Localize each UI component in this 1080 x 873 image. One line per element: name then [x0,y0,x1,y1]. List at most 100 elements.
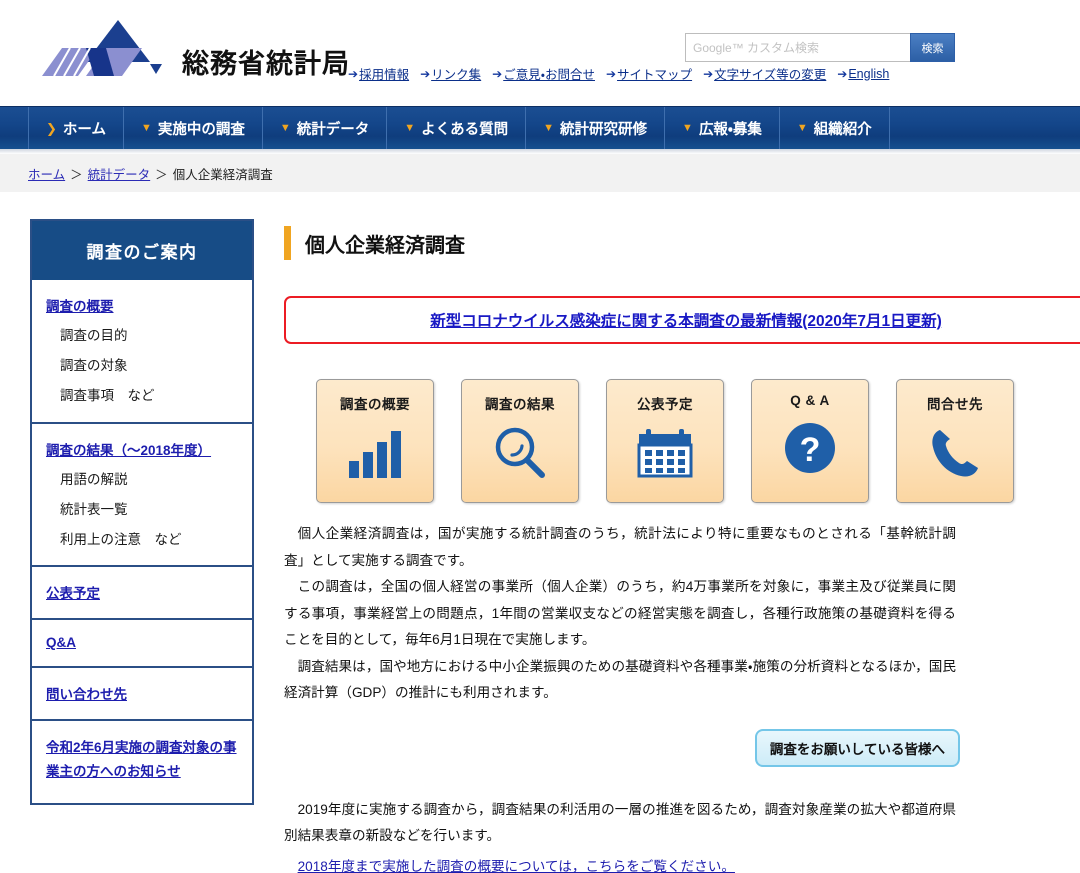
sidebar-subitem-usage-notes: 利用上の注意 など [32,525,252,555]
site-search: 検索 [685,33,955,62]
calendar-icon [637,422,693,484]
header-link-english[interactable]: ➔ English [837,67,889,81]
question-circle-icon: ? [783,417,837,479]
arrow-right-icon: ➔ [348,68,358,80]
header-link-label: サイトマップ [617,64,692,83]
nav-item-home[interactable]: ❯ ホーム [28,107,124,149]
chevron-down-icon: ▼ [404,123,415,134]
telephone-icon [927,422,983,484]
nav-item-label: 組織紹介 [814,118,872,139]
alert-banner: 新型コロナウイルス感染症に関する本調査の最新情報(2020年7月1日更新) [284,296,1080,344]
breadcrumb-item-home[interactable]: ホーム [28,164,65,183]
arrow-right-icon: ➔ [837,68,847,80]
nav-item-faq[interactable]: ▼ よくある質問 [387,107,526,149]
sidebar-group-contact: 問い合わせ先 [32,666,252,719]
magnifier-icon [492,422,548,484]
nav-item-label: 実施中の調査 [158,118,245,139]
sidebar-item-contact[interactable]: 問い合わせ先 [32,674,252,709]
nav-item-label: 統計データ [297,118,370,139]
arrow-right-icon: ➔ [492,68,502,80]
sidebar-group-overview: 調査の概要 調査の目的 調査の対象 調査事項 など [32,280,252,422]
header-link-label: 採用情報 [359,64,409,83]
arrow-right-icon: ➔ [420,68,430,80]
header-link-label: English [848,67,889,81]
card-label: 調査の概要 [340,393,410,413]
arrow-right-icon: ➔ [703,68,713,80]
nav-item-label: ホーム [63,118,106,139]
sidebar-group-notice: 令和2年6月実施の調査対象の事業主の方へのお知らせ [32,719,252,802]
nav-item-research-training[interactable]: ▼ 統計研究研修 [526,107,665,149]
site-header: 総務省統計局 ➔ 採用情報 ➔ リンク集 ➔ ご意見・お問合せ ➔ サイトマップ… [0,0,1080,106]
sidebar-group-qa: Q&A [32,618,252,666]
card-label: 調査の結果 [485,393,555,413]
header-link-label: ご意見・お問合せ [503,64,595,83]
sidebar-item-notice[interactable]: 令和2年6月実施の調査対象の事業主の方へのお知らせ [32,727,252,792]
search-input[interactable] [685,33,910,62]
alert-banner-link[interactable]: 新型コロナウイルス感染症に関する本調査の最新情報(2020年7月1日更新) [430,309,942,331]
card-label: 公表予定 [637,393,693,413]
sidebar-item-survey-results[interactable]: 調査の結果（～2018年度） [32,430,252,465]
card-survey-results[interactable]: 調査の結果 [461,379,579,503]
breadcrumb-separator: ＞ [70,164,83,183]
sidebar-item-qa[interactable]: Q&A [32,626,252,656]
site-logo-text: 総務省統計局 [182,51,350,80]
card-label: 問合せ先 [927,393,983,413]
chevron-down-icon: ▼ [682,123,693,134]
header-link-links[interactable]: ➔ リンク集 [420,64,481,83]
chevron-down-icon: ▼ [141,123,152,134]
nav-item-label: 広報・募集 [699,118,762,139]
svg-text:?: ? [800,431,821,469]
chevron-down-icon: ▼ [797,123,808,134]
breadcrumb-current: 個人企業経済調査 [173,164,273,183]
page-root: 総務省統計局 ➔ 採用情報 ➔ リンク集 ➔ ご意見・お問合せ ➔ サイトマップ… [0,0,1080,873]
header-link-sitemap[interactable]: ➔ サイトマップ [606,64,692,83]
sidebar-item-release-schedule[interactable]: 公表予定 [32,573,252,608]
sidebar-subitem-items: 調査事項 など [32,381,252,411]
page-title-text: 個人企業経済調査 [305,229,465,258]
chevron-down-icon: ▼ [280,123,291,134]
title-accent-bar [284,226,291,260]
respondents-info-button[interactable]: 調査をお願いしている皆様へ [755,729,960,767]
header-utility-links: ➔ 採用情報 ➔ リンク集 ➔ ご意見・お問合せ ➔ サイトマップ ➔ 文字サイ… [348,64,889,83]
search-button[interactable]: 検索 [910,33,955,62]
sidebar-group-schedule: 公表予定 [32,565,252,618]
arrow-right-icon: ➔ [606,68,616,80]
bar-chart-icon [347,422,403,484]
chevron-right-icon: ❯ [46,122,57,135]
sidebar-subitem-table-list: 統計表一覧 [32,495,252,525]
chevron-down-icon: ▼ [543,123,554,134]
main-navigation: ❯ ホーム ▼ 実施中の調査 ▼ 統計データ ▼ よくある質問 ▼ 統計研究研修… [0,106,1080,149]
nav-item-label: 統計研究研修 [560,118,647,139]
sidebar-heading: 調査のご案内 [32,221,252,280]
sidebar: 調査のご案内 調査の概要 調査の目的 調査の対象 調査事項 など 調査の結果（～… [30,219,254,805]
site-logo[interactable]: 総務省統計局 [22,18,350,80]
nav-item-pr-recruitment[interactable]: ▼ 広報・募集 [665,107,780,149]
card-qa[interactable]: Q & A ? [751,379,869,503]
nav-item-statistical-data[interactable]: ▼ 統計データ [263,107,387,149]
card-release-schedule[interactable]: 公表予定 [606,379,724,503]
sidebar-group-results: 調査の結果（～2018年度） 用語の解説 統計表一覧 利用上の注意 など [32,422,252,566]
header-link-fontsize[interactable]: ➔ 文字サイズ等の変更 [703,64,826,83]
sidebar-item-survey-overview[interactable]: 調査の概要 [32,286,252,321]
breadcrumb: ホーム ＞ 統計データ ＞ 個人企業経済調査 [0,154,1080,192]
header-link-recruit[interactable]: ➔ 採用情報 [348,64,409,83]
card-contact[interactable]: 問合せ先 [896,379,1014,503]
breadcrumb-item-statistical-data[interactable]: 統計データ [88,164,151,183]
pill-button-row: 調査をお願いしている皆様へ [284,729,960,767]
nav-item-ongoing-surveys[interactable]: ▼ 実施中の調査 [124,107,263,149]
notice-paragraphs: 2019年度に実施する調査から，調査結果の利活用の一層の推進を図るため，調査対象… [284,797,956,873]
content-area: 調査のご案内 調査の概要 調査の目的 調査の対象 調査事項 など 調査の結果（～… [0,192,1080,873]
nav-item-organization[interactable]: ▼ 組織紹介 [780,107,890,149]
sidebar-subitem-purpose: 調査の目的 [32,321,252,351]
paragraph-4: 2019年度に実施する調査から，調査結果の利活用の一層の推進を図るため，調査対象… [284,797,956,850]
past-survey-overview-link[interactable]: 2018年度まで実施した調査の概要については，こちらをご覧ください。 [284,854,956,873]
intro-paragraphs: 個人企業経済調査は，国が実施する統計調査のうち，統計法により特に重要なものとされ… [284,521,956,707]
main-content: 個人企業経済調査 新型コロナウイルス感染症に関する本調査の最新情報(2020年7… [284,219,1080,873]
paragraph-2: この調査は，全国の個人経営の事業所（個人企業）のうち，約4万事業所を対象に，事業… [284,574,956,654]
breadcrumb-separator: ＞ [155,164,168,183]
card-survey-overview[interactable]: 調査の概要 [316,379,434,503]
sidebar-subitem-glossary: 用語の解説 [32,465,252,495]
header-link-label: 文字サイズ等の変更 [714,64,826,83]
header-link-label: リンク集 [431,64,481,83]
header-link-contact[interactable]: ➔ ご意見・お問合せ [492,64,595,83]
